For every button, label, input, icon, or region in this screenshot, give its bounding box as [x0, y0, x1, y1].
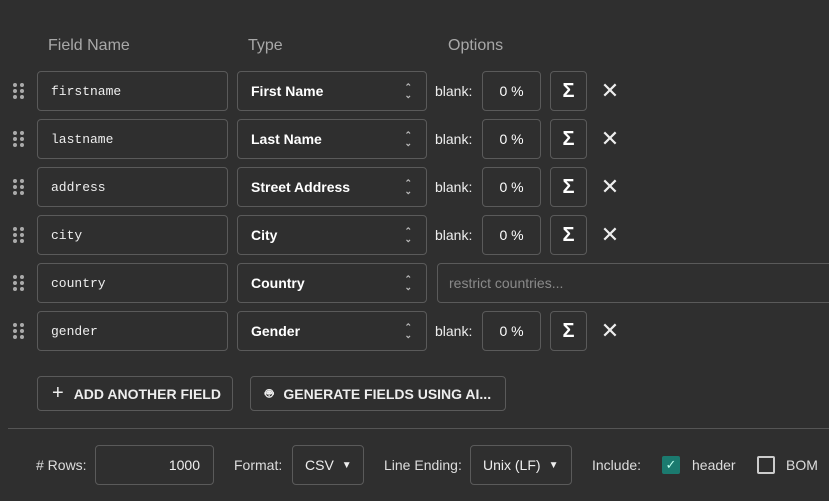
sigma-icon: Σ: [562, 319, 575, 342]
close-icon: ✕: [600, 126, 620, 151]
field-type-value: First Name: [251, 83, 324, 99]
formula-button[interactable]: Σ: [550, 311, 587, 351]
field-type-select[interactable]: Last Name ⌃ ⌄: [237, 119, 427, 159]
field-name-input[interactable]: address: [37, 167, 228, 207]
caret-down-icon: ▼: [548, 459, 559, 471]
field-type-select[interactable]: Gender ⌃ ⌄: [237, 311, 427, 351]
header-options: Options: [448, 37, 504, 54]
caret-down-icon: ▼: [341, 459, 352, 471]
field-name-input[interactable]: lastname: [37, 119, 228, 159]
field-name-input[interactable]: country: [37, 263, 228, 303]
drag-handle-icon[interactable]: [13, 119, 25, 159]
add-field-label: ADD ANOTHER FIELD: [73, 385, 221, 402]
blank-label: blank:: [435, 323, 473, 339]
delete-field-button[interactable]: ✕: [600, 119, 620, 159]
check-icon: ✓: [665, 457, 677, 472]
field-type-select[interactable]: First Name ⌃ ⌄: [237, 71, 427, 111]
drag-handle-icon[interactable]: [13, 215, 25, 255]
drag-handle-icon[interactable]: [13, 167, 25, 207]
field-type-value: Street Address: [251, 179, 351, 195]
drag-handle-icon[interactable]: [13, 311, 25, 351]
field-type-select[interactable]: City ⌃ ⌄: [237, 215, 427, 255]
field-name-input[interactable]: firstname: [37, 71, 228, 111]
format-value: CSV: [305, 457, 334, 473]
generate-ai-label: GENERATE FIELDS USING AI...: [283, 385, 492, 402]
blank-percent-input[interactable]: 0 %: [482, 167, 541, 207]
line-ending-select[interactable]: Unix (LF) ▼: [470, 445, 572, 485]
up-down-chevron-icon: ⌃ ⌄: [404, 322, 412, 340]
delete-field-button[interactable]: ✕: [600, 71, 620, 111]
blank-label: blank:: [435, 83, 473, 99]
line-ending-label: Line Ending:: [384, 457, 462, 473]
formula-button[interactable]: Σ: [550, 71, 587, 111]
add-field-button[interactable]: + ADD ANOTHER FIELD: [37, 376, 233, 411]
formula-button[interactable]: Σ: [550, 215, 587, 255]
generate-ai-button[interactable]: 🤖︎ GENERATE FIELDS USING AI...: [250, 376, 506, 411]
include-label: Include:: [592, 457, 642, 473]
format-select[interactable]: CSV ▼: [292, 445, 364, 485]
blank-percent-input[interactable]: 0 %: [482, 311, 541, 351]
header-checkbox[interactable]: ✓: [662, 456, 680, 474]
blank-label: blank:: [435, 131, 473, 147]
bom-label: BOM: [786, 457, 818, 473]
close-icon: ✕: [600, 318, 620, 343]
up-down-chevron-icon: ⌃ ⌄: [404, 130, 412, 148]
field-type-select[interactable]: Country ⌃ ⌄: [237, 263, 427, 303]
up-down-chevron-icon: ⌃ ⌄: [404, 82, 412, 100]
format-label: Format:: [234, 457, 283, 473]
header-field-name: Field Name: [48, 37, 130, 54]
field-type-value: City: [251, 227, 278, 243]
divider: [8, 428, 829, 429]
blank-percent-input[interactable]: 0 %: [482, 215, 541, 255]
field-type-select[interactable]: Street Address ⌃ ⌄: [237, 167, 427, 207]
blank-label: blank:: [435, 179, 473, 195]
formula-button[interactable]: Σ: [550, 119, 587, 159]
delete-field-button[interactable]: ✕: [600, 215, 620, 255]
delete-field-button[interactable]: ✕: [600, 311, 620, 351]
close-icon: ✕: [600, 174, 620, 199]
sigma-icon: Σ: [562, 175, 575, 198]
field-type-value: Gender: [251, 323, 301, 339]
bom-checkbox[interactable]: [757, 456, 775, 474]
field-name-input[interactable]: gender: [37, 311, 228, 351]
up-down-chevron-icon: ⌃ ⌄: [404, 274, 412, 292]
delete-field-button[interactable]: ✕: [600, 167, 620, 207]
rows-input[interactable]: 1000: [95, 445, 214, 485]
up-down-chevron-icon: ⌃ ⌄: [404, 178, 412, 196]
field-type-value: Country: [251, 275, 305, 291]
close-icon: ✕: [600, 222, 620, 247]
sigma-icon: Σ: [562, 127, 575, 150]
line-ending-value: Unix (LF): [483, 457, 541, 473]
up-down-chevron-icon: ⌃ ⌄: [404, 226, 412, 244]
rows-label: # Rows:: [36, 457, 87, 473]
close-icon: ✕: [600, 78, 620, 103]
sigma-icon: Σ: [562, 79, 575, 102]
field-name-input[interactable]: city: [37, 215, 228, 255]
formula-button[interactable]: Σ: [550, 167, 587, 207]
robot-icon: 🤖︎: [265, 384, 274, 401]
plus-icon: +: [52, 382, 64, 404]
drag-handle-icon[interactable]: [13, 263, 25, 303]
blank-percent-input[interactable]: 0 %: [482, 119, 541, 159]
restrict-countries-input[interactable]: restrict countries...: [437, 263, 829, 303]
blank-label: blank:: [435, 227, 473, 243]
header-label: header: [692, 457, 736, 473]
sigma-icon: Σ: [562, 223, 575, 246]
field-type-value: Last Name: [251, 131, 322, 147]
header-type: Type: [248, 37, 283, 54]
drag-handle-icon[interactable]: [13, 71, 25, 111]
blank-percent-input[interactable]: 0 %: [482, 71, 541, 111]
